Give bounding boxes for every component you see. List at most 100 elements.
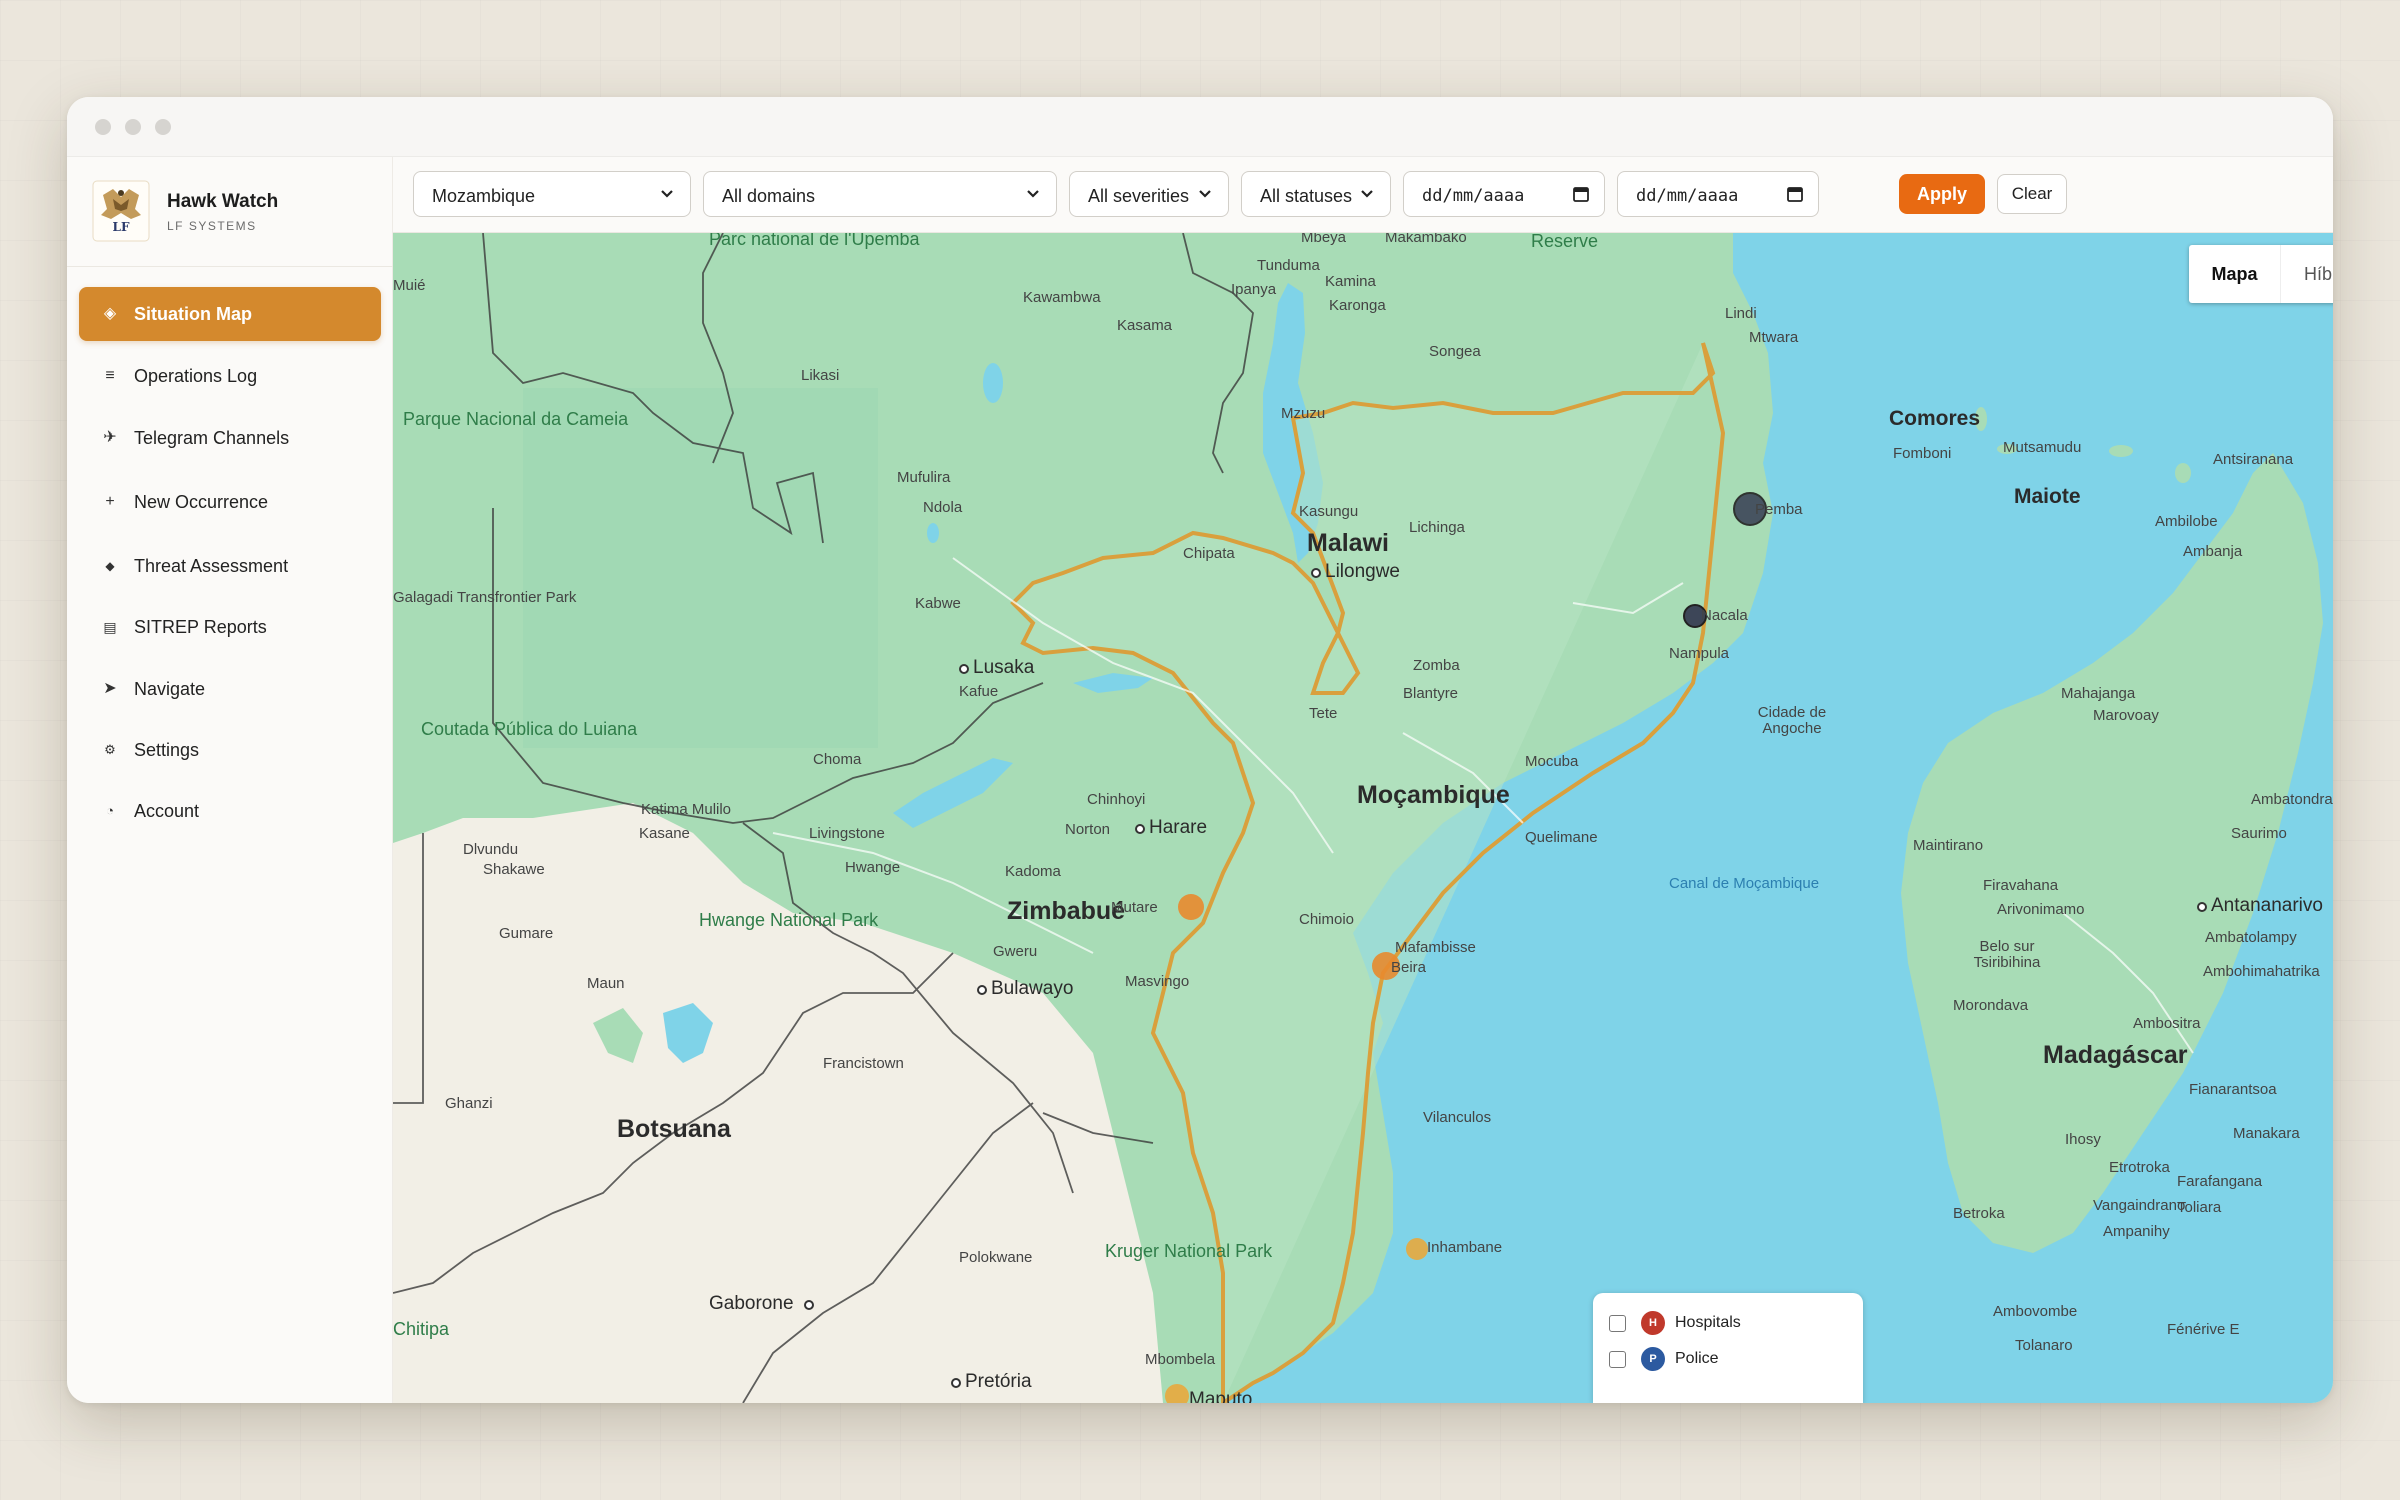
map-label-island: Comores (1889, 407, 1981, 430)
map-label-city: Polokwane (959, 1249, 1033, 1266)
map-label-city: Chimoio (1299, 911, 1355, 928)
calendar-icon[interactable] (1786, 185, 1804, 203)
sidebar-item-operations-log[interactable]: ≡ Operations Log (79, 349, 381, 403)
map-canvas[interactable] (393, 233, 2333, 1403)
map-label-city: Lichinga (1409, 519, 1465, 536)
map-label-city: Nacala (1701, 607, 1748, 624)
status-select[interactable]: All statuses (1241, 171, 1391, 217)
map-label-city: Livingstone (809, 825, 885, 842)
map-type-hybrid-button[interactable]: Híbrido (2281, 245, 2333, 303)
sidebar-item-label: Account (134, 801, 200, 821)
sidebar-item-new-occurrence[interactable]: + New Occurrence (79, 475, 381, 529)
map-label-city: Mutare (1111, 899, 1158, 916)
map-label-city: Maintirano (1913, 837, 1984, 854)
map-label-city: Antsiranana (2213, 451, 2294, 468)
map-label-city: Gweru (993, 943, 1038, 960)
sidebar-item-telegram-channels[interactable]: ✈ Telegram Channels (79, 411, 381, 465)
map-label-city: Likasi (801, 367, 840, 384)
map-label-city: Mahajanga (2061, 685, 2136, 702)
map-label-city: Tunduma (1257, 257, 1320, 274)
severity-select[interactable]: All severities (1069, 171, 1229, 217)
map-label-city: Ambatondrazaka (2251, 791, 2333, 808)
map-label-city: Ampanihy (2103, 1223, 2170, 1240)
map-label-city: Belo sur Tsiribihina (1973, 938, 2041, 971)
sidebar-item-label: SITREP Reports (134, 617, 267, 637)
map-label-capital: Gaborone (709, 1293, 794, 1314)
hospitals-checkbox[interactable] (1609, 1315, 1626, 1332)
sidebar-item-navigate[interactable]: ➤ Navigate (79, 662, 381, 716)
date-to-input[interactable]: dd/mm/aaaa (1617, 171, 1819, 217)
domain-select-value: All domains (722, 186, 816, 206)
apply-button[interactable]: Apply (1899, 174, 1985, 214)
arrow-icon: ➤ (103, 680, 117, 697)
legend-item-hospitals[interactable]: H Hospitals (1609, 1309, 1849, 1337)
map-label-country: Madagáscar (2043, 1041, 2188, 1069)
map-type-map-button[interactable]: Mapa (2189, 245, 2281, 303)
domain-select[interactable]: All domains (703, 171, 1057, 217)
hawk-logo-icon: LF (92, 180, 150, 242)
map-label-city: Fianarantsoa (2189, 1081, 2277, 1098)
clear-button[interactable]: Clear (1997, 174, 2067, 214)
map-label-city: Kasungu (1299, 503, 1359, 520)
legend-item-label: Police (1675, 1350, 1719, 1367)
calendar-icon[interactable] (1572, 185, 1590, 203)
map-label-city: Inhambane (1427, 1239, 1503, 1256)
date-from-input[interactable]: dd/mm/aaaa (1403, 171, 1605, 217)
incident-marker-inhambane (1406, 1238, 1428, 1260)
map-label-city: Manakara (2233, 1125, 2300, 1142)
map-label-city: Mbeya (1301, 233, 1347, 246)
map-label-city: Marovoay (2093, 707, 2159, 724)
window-close-dot[interactable] (95, 119, 111, 135)
map-label-city: Pemba (1755, 501, 1803, 518)
map-label-park: Parc national de l'Upemba (709, 233, 920, 249)
map-label-city: Vangaindrano (2093, 1197, 2186, 1214)
map-label-city: Kabwe (915, 595, 961, 612)
map-label-city: Kasama (1117, 317, 1173, 334)
map-label-city: Beira (1391, 959, 1427, 976)
chevron-down-icon (1199, 190, 1211, 198)
sidebar-item-settings[interactable]: ⚙ Settings (79, 723, 381, 777)
window-maximize-dot[interactable] (155, 119, 171, 135)
sidebar-item-label: Operations Log (134, 366, 258, 386)
map-label-park: Hwange National Park (699, 910, 879, 930)
map-label-city: Kawambwa (1023, 289, 1101, 306)
logo-initials: LF (113, 220, 130, 234)
main-content: Mozambique All domains All severities Al… (393, 157, 2333, 1403)
map-label-city: Tolanaro (2015, 1337, 2073, 1354)
sidebar-item-sitrep-reports[interactable]: ▤ SITREP Reports (79, 600, 381, 654)
police-checkbox[interactable] (1609, 1351, 1626, 1368)
map-label-city: Francistown (823, 1055, 904, 1072)
map-label-city: Masvingo (1125, 973, 1190, 990)
map-label-city: Kasane (639, 825, 690, 842)
map-label-city: Firavahana (1983, 877, 2059, 894)
app-name: Hawk Watch (167, 191, 279, 212)
sidebar-item-account[interactable]: ◔ Account (79, 784, 381, 838)
map-label-city: Ambohimahatrika (2203, 963, 2320, 980)
map-label-city: Morondava (1953, 997, 2029, 1014)
map-label-city: Nampula (1669, 645, 1730, 662)
map-label-capital: Lusaka (973, 657, 1035, 678)
sidebar-item-threat-assessment[interactable]: ◆ Threat Assessment (79, 539, 381, 593)
map-label-city: Hwange (845, 859, 901, 876)
situation-map[interactable]: Malawi Moçambique Zimbabué Botsuana Mada… (393, 233, 2333, 1403)
plane-icon: ✈ (103, 429, 117, 446)
map-label-city: Tete (1309, 705, 1338, 722)
sidebar-item-situation-map[interactable]: ◈ Situation Map (79, 287, 381, 341)
legend-item-police[interactable]: P Police (1609, 1345, 1849, 1373)
map-label-capital: Harare (1149, 817, 1208, 838)
chevron-down-icon (661, 190, 673, 198)
map-label-city: Ihosy (2065, 1131, 2101, 1148)
map-label-park: Chitipa (393, 1319, 450, 1339)
sidebar-item-label: Navigate (134, 679, 206, 699)
map-label-city: Mbombela (1145, 1351, 1216, 1368)
country-select[interactable]: Mozambique (413, 171, 691, 217)
plus-icon: + (105, 493, 115, 510)
country-select-value: Mozambique (432, 186, 536, 206)
map-label-city: Bulawayo (991, 978, 1074, 999)
window-minimize-dot[interactable] (125, 119, 141, 135)
map-label-city: Dlvundu (463, 841, 519, 858)
map-label-city: Ambanja (2183, 543, 2243, 560)
map-label-city: Betroka (1953, 1205, 2005, 1222)
map-label-city: Arivonimamo (1997, 901, 2085, 918)
map-label-capital: Lilongwe (1325, 561, 1400, 582)
